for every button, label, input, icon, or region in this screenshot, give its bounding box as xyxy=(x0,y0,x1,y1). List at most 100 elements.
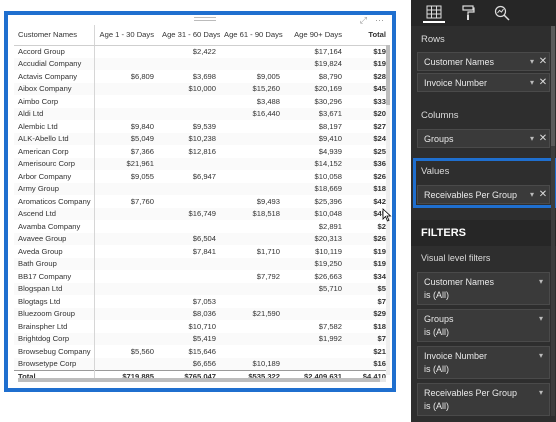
chevron-down-icon[interactable]: ▾ xyxy=(527,57,537,66)
table-row[interactable]: Ascend Ltd $16,749 $18,518 $10,048 $45 xyxy=(14,207,390,220)
table-cell: $10,189 xyxy=(220,357,284,370)
table-row[interactable]: Browsetype Corp $6,656 $10,189 $16 xyxy=(14,357,390,370)
column-header-age-1-30[interactable]: Age 1 - 30 Days xyxy=(94,25,158,46)
filter-card-customer-names[interactable]: Customer Names is (All) ▾ xyxy=(417,272,550,305)
row-header-cell[interactable]: Aromaticos Company xyxy=(14,195,95,208)
table-row[interactable]: Blogspan Ltd $5,710 $5 xyxy=(14,282,390,295)
remove-field-icon[interactable]: ✕ xyxy=(537,189,549,200)
table-row[interactable]: Brightdog Corp $5,419 $1,992 $7 xyxy=(14,332,390,345)
row-header-cell[interactable]: Browsetype Corp xyxy=(14,357,95,370)
values-field-receivables-per-group[interactable]: Receivables Per Group ▾ ✕ xyxy=(417,185,550,204)
filter-card-groups[interactable]: Groups is (All) ▾ xyxy=(417,309,550,342)
horizontal-scrollbar[interactable] xyxy=(18,378,386,382)
table-row[interactable]: Avamba Company $2,891 $2 xyxy=(14,220,390,233)
tab-format[interactable] xyxy=(457,3,479,23)
table-row[interactable]: Brainspher Ltd $10,710 $7,582 $18 xyxy=(14,320,390,333)
filter-card-receivables-per-group[interactable]: Receivables Per Group is (All) ▾ xyxy=(417,383,550,416)
table-cell: $18,518 xyxy=(220,207,284,220)
pane-scroll-thumb[interactable] xyxy=(551,26,555,146)
filter-card-invoice-number[interactable]: Invoice Number is (All) ▾ xyxy=(417,346,550,379)
table-row[interactable]: Arbor Company $9,055 $6,947 $10,058 $26 xyxy=(14,170,390,183)
row-header-cell[interactable]: American Corp xyxy=(14,145,95,158)
column-header-age-90-plus[interactable]: Age 90+ Days xyxy=(284,25,346,46)
table-row[interactable]: Bluezoom Group $8,036 $21,590 $29 xyxy=(14,307,390,320)
table-row[interactable]: Accord Group $2,422 $17,164 $19 xyxy=(14,45,390,58)
remove-field-icon[interactable]: ✕ xyxy=(537,133,549,144)
column-header-age-61-90[interactable]: Age 61 - 90 Days xyxy=(220,25,284,46)
table-row[interactable]: American Corp $7,366 $12,816 $4,939 $25 xyxy=(14,145,390,158)
row-header-cell[interactable]: BB17 Company xyxy=(14,270,95,283)
horizontal-scroll-thumb[interactable] xyxy=(18,378,380,382)
row-header-cell[interactable]: Accord Group xyxy=(14,45,95,58)
row-header-cell[interactable]: Amerisourc Corp xyxy=(14,157,95,170)
row-header-cell[interactable]: Aimbo Corp xyxy=(14,95,95,108)
row-header-cell[interactable]: Avavee Group xyxy=(14,232,95,245)
row-header-cell[interactable]: Blogspan Ltd xyxy=(14,282,95,295)
chevron-down-icon[interactable]: ▾ xyxy=(527,190,537,199)
table-row[interactable]: Aveda Group $7,841 $1,710 $10,119 $19 xyxy=(14,245,390,258)
remove-field-icon[interactable]: ✕ xyxy=(537,56,549,67)
row-header-cell[interactable]: Actavis Company xyxy=(14,70,95,83)
table-row[interactable]: Browsebug Company $5,560 $15,646 $21 xyxy=(14,345,390,358)
table-cell xyxy=(158,107,220,120)
row-header-cell[interactable]: Bath Group xyxy=(14,257,95,270)
tab-fields[interactable] xyxy=(423,3,445,23)
table-row[interactable]: Aibox Company $10,000 $15,260 $20,169 $45 xyxy=(14,82,390,95)
row-header-cell[interactable]: Avamba Company xyxy=(14,220,95,233)
table-row[interactable]: Accudial Company $19,824 $19 xyxy=(14,57,390,70)
row-header-cell[interactable]: Arbor Company xyxy=(14,170,95,183)
table-row[interactable]: Aromaticos Company $7,760 $9,493 $25,396 $42 xyxy=(14,195,390,208)
row-header-cell[interactable]: Aveda Group xyxy=(14,245,95,258)
row-header-cell[interactable]: Ascend Ltd xyxy=(14,207,95,220)
row-header-cell[interactable]: Brainspher Ltd xyxy=(14,320,95,333)
chevron-down-icon[interactable]: ▾ xyxy=(539,276,543,289)
table-row[interactable]: Amerisourc Corp $21,961 $14,152 $36 xyxy=(14,157,390,170)
table-row[interactable]: Aimbo Corp $3,488 $30,296 $33 xyxy=(14,95,390,108)
chevron-down-icon[interactable]: ▾ xyxy=(527,78,537,87)
table-cell: $8,036 xyxy=(158,307,220,320)
row-header-cell[interactable]: ALK-Abello Ltd xyxy=(14,132,95,145)
table-row[interactable]: Blogtags Ltd $7,053 $7 xyxy=(14,295,390,308)
column-header-age-31-60[interactable]: Age 31 - 60 Days xyxy=(158,25,220,46)
table-row[interactable]: Avavee Group $6,504 $20,313 $26 xyxy=(14,232,390,245)
chevron-down-icon[interactable]: ▾ xyxy=(539,350,543,363)
table-row[interactable]: ALK-Abello Ltd $5,049 $10,238 $9,410 $24 xyxy=(14,132,390,145)
chevron-down-icon[interactable]: ▾ xyxy=(539,313,543,326)
row-header-cell[interactable]: Army Group xyxy=(14,182,95,195)
table-row[interactable]: Bath Group $19,250 $19 xyxy=(14,257,390,270)
table-cell: $17,164 xyxy=(314,47,342,56)
row-header-cell[interactable]: Blogtags Ltd xyxy=(14,295,95,308)
row-header-cell[interactable]: Browsebug Company xyxy=(14,345,95,358)
chevron-down-icon[interactable]: ▾ xyxy=(527,134,537,143)
tab-analytics[interactable] xyxy=(491,3,513,23)
column-header-customer-names[interactable]: Customer Names xyxy=(14,25,95,46)
table-cell: $19,250 xyxy=(284,257,346,270)
row-header-cell[interactable]: Aldi Ltd xyxy=(14,107,95,120)
vertical-scroll-thumb[interactable] xyxy=(386,45,390,105)
matrix-visual[interactable]: ⤢ ⋯ Customer Names Age 1 - 30 Days Age 3… xyxy=(4,11,396,392)
row-header-cell[interactable]: Aibox Company xyxy=(14,82,95,95)
drag-handle[interactable] xyxy=(194,17,216,21)
row-header-cell[interactable]: Brightdog Corp xyxy=(14,332,95,345)
table-cell xyxy=(94,282,158,295)
focus-mode-icon[interactable]: ⤢ xyxy=(360,15,367,25)
table-row[interactable]: Alembic Ltd $9,840 $9,539 $8,197 $27 xyxy=(14,120,390,133)
row-header-cell[interactable]: Alembic Ltd xyxy=(14,120,95,133)
table-row[interactable]: BB17 Company $7,792 $26,663 $34 xyxy=(14,270,390,283)
table-cell xyxy=(220,257,284,270)
table-row[interactable]: Aldi Ltd $16,440 $3,671 $20 xyxy=(14,107,390,120)
remove-field-icon[interactable]: ✕ xyxy=(537,77,549,88)
table-cell: $18 xyxy=(346,182,390,195)
column-header-total[interactable]: Total xyxy=(346,25,390,46)
pane-scrollbar[interactable] xyxy=(551,26,555,416)
table-row[interactable]: Actavis Company $6,809 $3,698 $9,005 $8,790 $… xyxy=(14,70,390,83)
row-header-cell[interactable]: Accudial Company xyxy=(14,57,95,70)
row-header-cell[interactable]: Bluezoom Group xyxy=(14,307,95,320)
matrix-body: Accord Group $2,422 $17,164 $19 Accudial Com… xyxy=(14,45,390,370)
more-options-icon[interactable]: ⋯ xyxy=(375,15,384,25)
rows-field-invoice-number[interactable]: Invoice Number ▾ ✕ xyxy=(417,73,550,92)
chevron-down-icon[interactable]: ▾ xyxy=(539,387,543,400)
columns-field-groups[interactable]: Groups ▾ ✕ xyxy=(417,129,550,148)
rows-field-customer-names[interactable]: Customer Names ▾ ✕ xyxy=(417,52,550,71)
table-row[interactable]: Army Group $18,669 $18 xyxy=(14,182,390,195)
